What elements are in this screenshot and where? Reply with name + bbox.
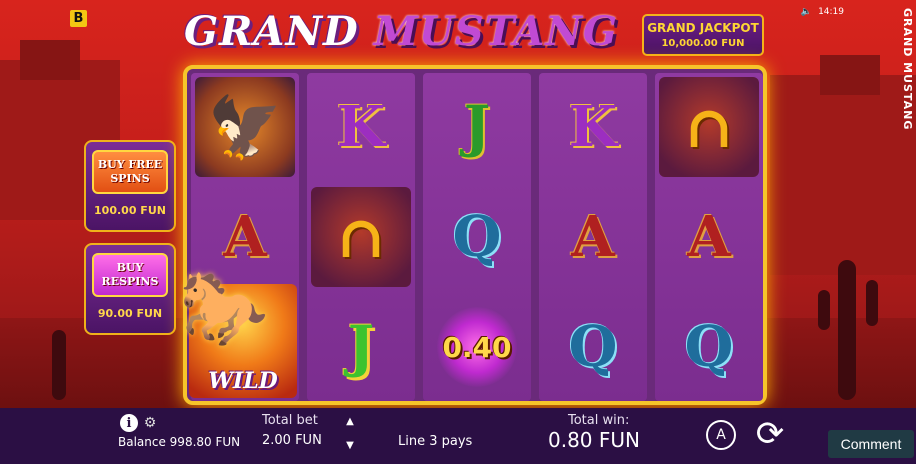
horseshoe-icon: ∩ [336,203,386,271]
symbol-k: K [336,94,386,160]
cactus [818,290,830,330]
reel-cell: Q [655,293,763,401]
reel-cell: K [539,73,647,181]
total-bet-value: 2.00 FUN [262,433,322,448]
brand-badge[interactable]: B [70,10,87,27]
gear-icon[interactable]: ⚙ [142,414,158,432]
cactus [52,330,66,400]
total-win-value: 0.80 FUN [548,428,640,452]
reel-cell: J [307,293,415,401]
vertical-game-title: GRAND MUSTANG [901,8,914,131]
buy-free-spins-button[interactable]: BUY FREE SPINS [92,150,168,194]
jackpot-title: GRAND JACKPOT [647,21,759,35]
buy-respins-panel[interactable]: BUY RESPINS 90.00 FUN [84,243,176,335]
symbol-a: A [571,204,615,270]
speaker-icon[interactable]: 🔈 [801,7,812,17]
info-icon[interactable]: i [120,414,138,432]
game-title: GRAND MUSTANG [184,8,618,55]
symbol-a: A [223,204,267,270]
reel-cell: A [539,183,647,291]
bet-increase-icon[interactable]: ▲ [342,414,358,428]
wild-label: WILD [208,368,278,394]
system-bar: 🔈 14:19 [801,7,844,17]
line-info: Line 3 pays [398,434,473,449]
reel-cell: J [423,73,531,181]
coin-value: 0.40 [442,330,512,364]
mesa-rock [20,40,80,80]
reel-cell: 0.40 [423,293,531,401]
symbol-j: J [347,314,375,380]
reel-5: ∩ A Q [655,73,763,401]
total-win-label: Total win: [568,413,630,428]
reel-cell: K [307,73,415,181]
spin-button[interactable]: ⟳ [748,412,792,456]
horseshoe-icon: ∩ [684,93,734,161]
symbol-j: J [463,94,491,160]
bet-decrease-icon[interactable]: ▼ [342,438,358,452]
wild-symbol: 🐎 WILD [179,266,297,398]
mesa-rock [820,55,880,95]
reel-cell: Q [539,293,647,401]
reel-cell: A [655,183,763,291]
reel-cell: Q [423,183,531,291]
reel-cell: ∩ [307,183,415,291]
buy-respins-button[interactable]: BUY RESPINS [92,253,168,297]
total-bet-label: Total bet [262,413,318,428]
mesa-rock [770,75,916,275]
clock-time: 14:19 [818,7,844,17]
symbol-q: Q [568,314,618,380]
balance-text: Balance 998.80 FUN [118,435,241,449]
symbol-k: K [568,94,618,160]
title-word-mustang: MUSTANG [373,8,619,55]
symbol-a: A [687,204,731,270]
buy-respins-price: 90.00 FUN [97,307,163,320]
jackpot-amount: 10,000.00 FUN [661,38,745,49]
grand-jackpot-panel: GRAND JACKPOT 10,000.00 FUN [642,14,764,56]
buy-free-spins-price: 100.00 FUN [94,204,166,217]
reel-cell: ∩ [655,73,763,181]
comment-button[interactable]: Comment [828,430,914,458]
reel-cell: 🦅 [191,73,299,181]
reel-2: K ∩ J [307,73,415,401]
title-word-grand: GRAND [184,8,359,55]
reel-4: K A Q [539,73,647,401]
cactus [838,260,856,400]
horse-icon: 🐎 [179,266,269,350]
symbol-q: Q [452,204,502,270]
bottom-bar: i ⚙ Balance 998.80 FUN Total bet 2.00 FU… [0,408,916,464]
autoplay-button[interactable]: A [706,420,736,450]
cactus [866,280,878,326]
eagle-icon: 🦅 [207,92,283,163]
buy-free-spins-panel[interactable]: BUY FREE SPINS 100.00 FUN [84,140,176,232]
reel-3: J Q 0.40 [423,73,531,401]
symbol-q: Q [684,314,734,380]
